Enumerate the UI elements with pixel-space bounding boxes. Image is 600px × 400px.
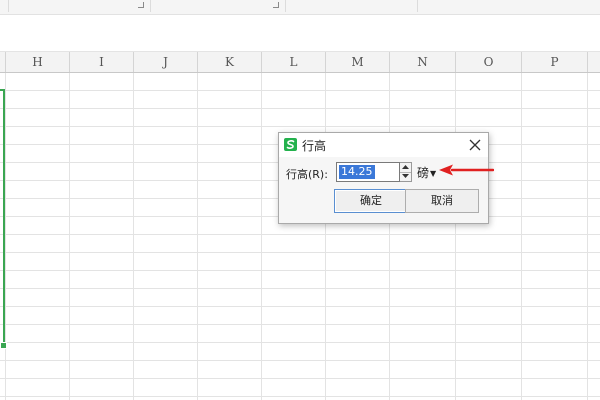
fill-handle[interactable] [0, 342, 7, 349]
column-header-k[interactable]: K [198, 52, 262, 72]
unit-select[interactable]: 磅▼ [417, 164, 436, 180]
ok-button[interactable]: 确定 [334, 189, 408, 213]
column-header-i[interactable]: I [70, 52, 134, 72]
spreadsheet[interactable]: H I J K L M N O P [0, 52, 600, 400]
spin-down-icon[interactable] [400, 172, 411, 181]
row-height-value[interactable]: 14.25 [339, 165, 375, 179]
grid-line [197, 73, 198, 400]
grid-line [587, 73, 588, 400]
grid-line [455, 73, 456, 400]
grid-line [325, 73, 326, 400]
chevron-down-icon: ▼ [430, 169, 437, 178]
ribbon-separator [417, 0, 418, 12]
column-header-h[interactable]: H [6, 52, 70, 72]
formula-bar-area [0, 15, 600, 52]
row-height-label: 行高(R): [286, 168, 328, 181]
cancel-button[interactable]: 取消 [405, 189, 479, 213]
column-header-row: H I J K L M N O P [0, 52, 600, 73]
dialog-title: 行高 [302, 139, 327, 153]
ribbon-separator [285, 0, 286, 12]
row-height-dialog: 行高 行高(R): 14.25 磅▼ 确定 取消 [278, 132, 489, 224]
column-header-p[interactable]: P [522, 52, 588, 72]
ribbon-separator [150, 0, 151, 12]
column-header-l[interactable]: L [262, 52, 326, 72]
grid-line [69, 73, 70, 400]
red-arrow-icon [439, 164, 494, 176]
close-icon[interactable] [466, 136, 484, 154]
column-header-m[interactable]: M [326, 52, 390, 72]
ribbon-group-launcher[interactable] [273, 2, 279, 8]
selected-range[interactable] [0, 89, 7, 349]
ribbon-strip [0, 0, 600, 15]
grid-line [389, 73, 390, 400]
wps-spreadsheet-icon [284, 138, 297, 151]
unit-value: 磅 [417, 166, 430, 180]
row-height-spinner[interactable] [400, 162, 412, 182]
column-header-o[interactable]: O [456, 52, 522, 72]
column-header-n[interactable]: N [390, 52, 456, 72]
ribbon-separator [8, 0, 9, 12]
row-height-input[interactable]: 14.25 [336, 162, 400, 182]
grid-line [261, 73, 262, 400]
column-header-j[interactable]: J [134, 52, 198, 72]
ribbon-group-launcher[interactable] [138, 2, 144, 8]
grid-line [133, 73, 134, 400]
dialog-titlebar[interactable]: 行高 [279, 133, 488, 157]
grid-line [521, 73, 522, 400]
column-header-next[interactable] [588, 52, 600, 72]
grid-line [5, 73, 6, 400]
cell-grid[interactable] [0, 73, 600, 400]
